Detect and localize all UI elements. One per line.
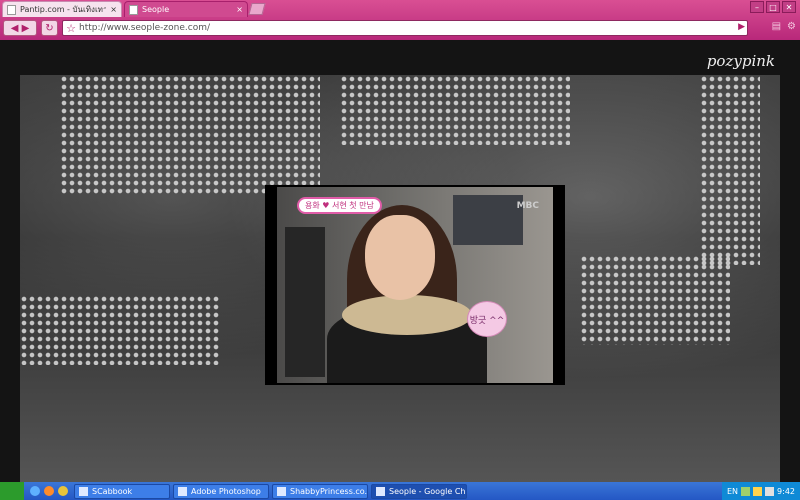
close-window-button[interactable]: ✕ — [782, 1, 796, 13]
taskbar: SCabbook Adobe Photoshop ShabbyPrincess.… — [0, 482, 800, 500]
folder-icon — [79, 486, 88, 496]
photoshop-icon — [178, 486, 187, 496]
video-scene: 용화 ♥ 서현 첫 만남 MBC 방긋 ^^ — [277, 187, 553, 383]
task-label: ShabbyPrincess.co... — [290, 486, 368, 496]
browser-toolbar: ◀ ▶ ↻ ☆ http://www.seople-zone.com/ ▶ ▤ … — [0, 18, 800, 38]
light-dots-pattern — [340, 75, 570, 145]
light-dots-pattern — [700, 75, 760, 265]
taskbar-item-shabby[interactable]: ShabbyPrincess.co... — [272, 483, 368, 499]
back-arrow-icon[interactable]: ◀ — [11, 23, 19, 34]
fur-collar — [342, 295, 472, 335]
wrench-icon[interactable]: ⚙ — [787, 21, 796, 32]
new-tab-button[interactable] — [248, 3, 266, 15]
bookmark-star-icon[interactable]: ☆ — [63, 22, 79, 35]
reload-icon: ↻ — [45, 22, 54, 34]
system-tray: EN 9:42 — [721, 482, 800, 500]
browser-icon — [277, 486, 286, 496]
studio-speaker — [453, 195, 523, 245]
clock: 9:42 — [777, 486, 795, 496]
go-arrow-icon[interactable]: ▶ — [738, 22, 745, 32]
browser-chrome: Pantip.com - บันเทิงเทาทรี × Seople × – … — [0, 0, 800, 40]
toolbar-icons: ▤ ⚙ — [772, 21, 796, 32]
volume-icon[interactable] — [765, 486, 775, 496]
page-menu-icon[interactable]: ▤ — [772, 21, 781, 32]
address-bar[interactable]: ☆ http://www.seople-zone.com/ ▶ — [62, 20, 748, 36]
language-indicator[interactable]: EN — [727, 487, 738, 496]
task-label: Adobe Photoshop — [191, 486, 261, 496]
light-dots-pattern — [580, 255, 730, 345]
watermark-signature: pozypink — [706, 52, 775, 70]
window-controls: – □ ✕ — [750, 1, 796, 13]
light-dots-pattern — [60, 75, 320, 195]
studio-equipment — [285, 227, 325, 377]
web-page: pozypink 용화 ♥ 서현 첫 만남 MBC 방긋 ^^ — [0, 40, 800, 482]
taskbar-item-photoshop[interactable]: Adobe Photoshop — [173, 483, 269, 499]
video-caption: 용화 ♥ 서현 첫 만남 — [297, 197, 382, 214]
taskbar-item-seople[interactable]: Seople - Google Ch... — [371, 483, 467, 499]
sticker-bubble: 방긋 ^^ — [467, 301, 507, 337]
tab-strip: Pantip.com - บันเทิงเทาทรี × Seople × – … — [0, 0, 800, 17]
light-dots-pattern — [20, 295, 220, 365]
firefox-icon[interactable] — [44, 486, 54, 496]
tray-icon[interactable] — [741, 486, 751, 496]
start-button[interactable] — [0, 482, 24, 500]
channel-logo: MBC — [516, 201, 539, 211]
chrome-icon[interactable] — [58, 486, 68, 496]
chrome-icon — [376, 486, 385, 496]
maximize-button[interactable]: □ — [766, 1, 780, 13]
tray-icon[interactable] — [753, 486, 763, 496]
video-frame[interactable]: 용화 ♥ 서현 첫 만남 MBC 방긋 ^^ — [265, 185, 565, 385]
forward-arrow-icon[interactable]: ▶ — [22, 23, 30, 34]
tab-pantip[interactable]: Pantip.com - บันเทิงเทาทรี × — [2, 1, 122, 17]
page-icon — [7, 4, 16, 15]
tab-label: Seople — [142, 5, 170, 14]
back-forward-button[interactable]: ◀ ▶ — [3, 20, 37, 36]
page-icon — [129, 4, 138, 15]
task-label: SCabbook — [92, 486, 133, 496]
close-icon[interactable]: × — [236, 5, 243, 14]
reload-button[interactable]: ↻ — [41, 20, 58, 36]
quick-launch — [24, 486, 74, 496]
tab-label: Pantip.com - บันเทิงเทาทรี — [20, 5, 107, 14]
tab-seople[interactable]: Seople × — [124, 1, 248, 17]
person-face — [365, 215, 435, 300]
address-url[interactable]: http://www.seople-zone.com/ — [79, 23, 210, 33]
minimize-button[interactable]: – — [750, 1, 764, 13]
task-label: Seople - Google Ch... — [389, 486, 467, 496]
close-icon[interactable]: × — [110, 5, 117, 14]
taskbar-item-scabbook[interactable]: SCabbook — [74, 483, 170, 499]
ie-icon[interactable] — [30, 486, 40, 496]
